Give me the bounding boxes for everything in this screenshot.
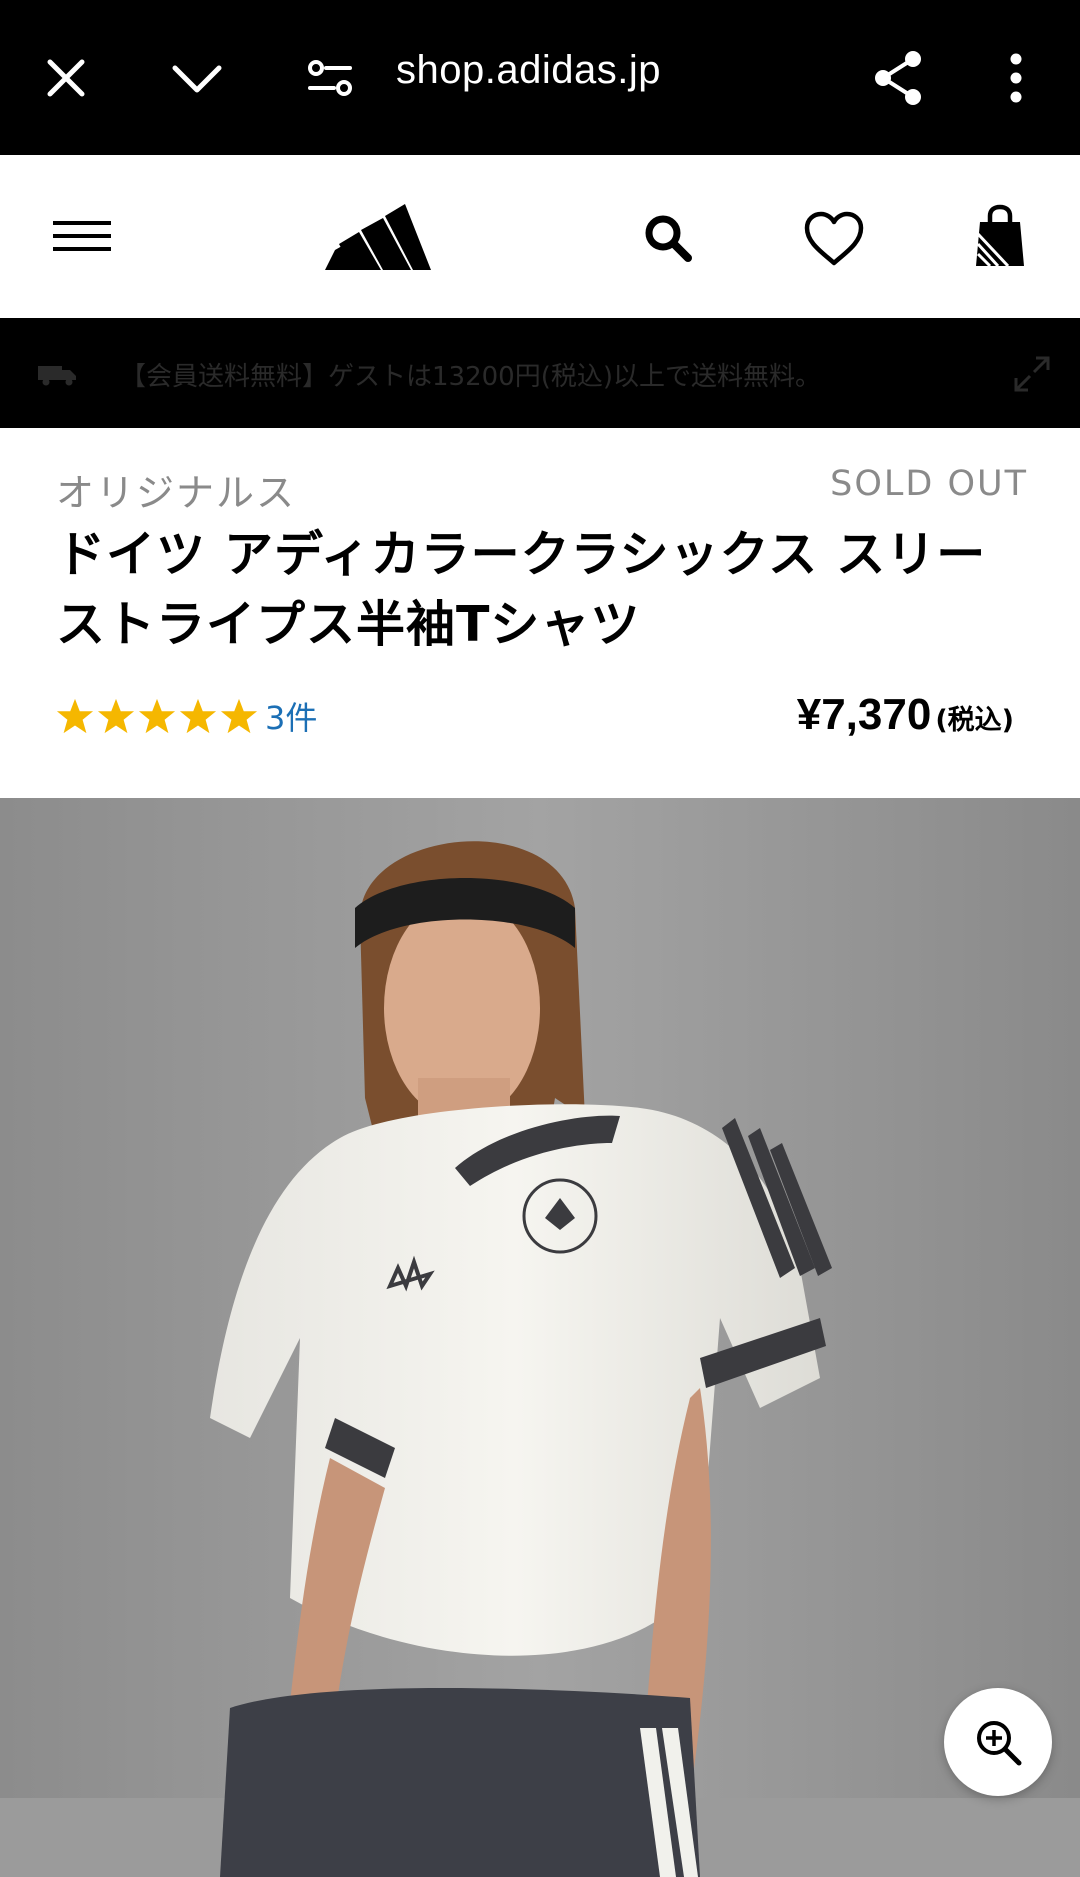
site-settings-icon[interactable] [298,46,362,110]
heart-icon[interactable] [800,209,868,269]
promo-text: 【会員送料無料】ゲストは13200円(税込)以上で送料無料。 [120,362,821,392]
zoom-button[interactable] [944,1688,1052,1796]
expand-icon[interactable] [1014,356,1050,392]
price-tax-label: (税込) [935,705,1014,736]
zoom-in-icon [977,1721,1022,1766]
product-title: ドイツ アディカラークラシックス スリーストライプス半袖Tシャツ [56,526,987,653]
star-icon [97,698,135,734]
price-value: ¥7,370 [796,690,932,739]
close-icon[interactable] [34,46,98,110]
brand-label[interactable]: オリジナルス [56,462,296,517]
chevron-down-icon[interactable] [165,46,229,110]
bag-icon[interactable] [970,203,1030,269]
star-icon [179,698,217,734]
sold-out-label: SOLD OUT [830,464,1028,504]
product-photo [0,798,1080,1877]
url-text[interactable]: shop.adidas.jp [396,48,661,93]
price: ¥7,370 (税込) [797,690,1014,740]
more-icon[interactable] [984,46,1048,110]
product-info: オリジナルス SOLD OUT ドイツ アディカラークラシックス スリーストライ… [0,428,1080,798]
menu-icon[interactable] [52,213,112,259]
rating[interactable]: 3件 [56,693,317,739]
promo-banner[interactable]: 【会員送料無料】ゲストは13200円(税込)以上で送料無料。 [0,318,1080,428]
star-icon [220,698,258,734]
truck-icon [38,366,76,386]
site-header [0,155,1080,318]
review-count-link[interactable]: 3件 [265,693,317,739]
product-image[interactable] [0,798,1080,1877]
star-icon [56,698,94,734]
search-icon[interactable] [640,210,696,266]
browser-toolbar: shop.adidas.jp [0,0,1080,155]
share-icon[interactable] [866,46,930,110]
star-icon [138,698,176,734]
adidas-logo[interactable] [320,197,436,275]
